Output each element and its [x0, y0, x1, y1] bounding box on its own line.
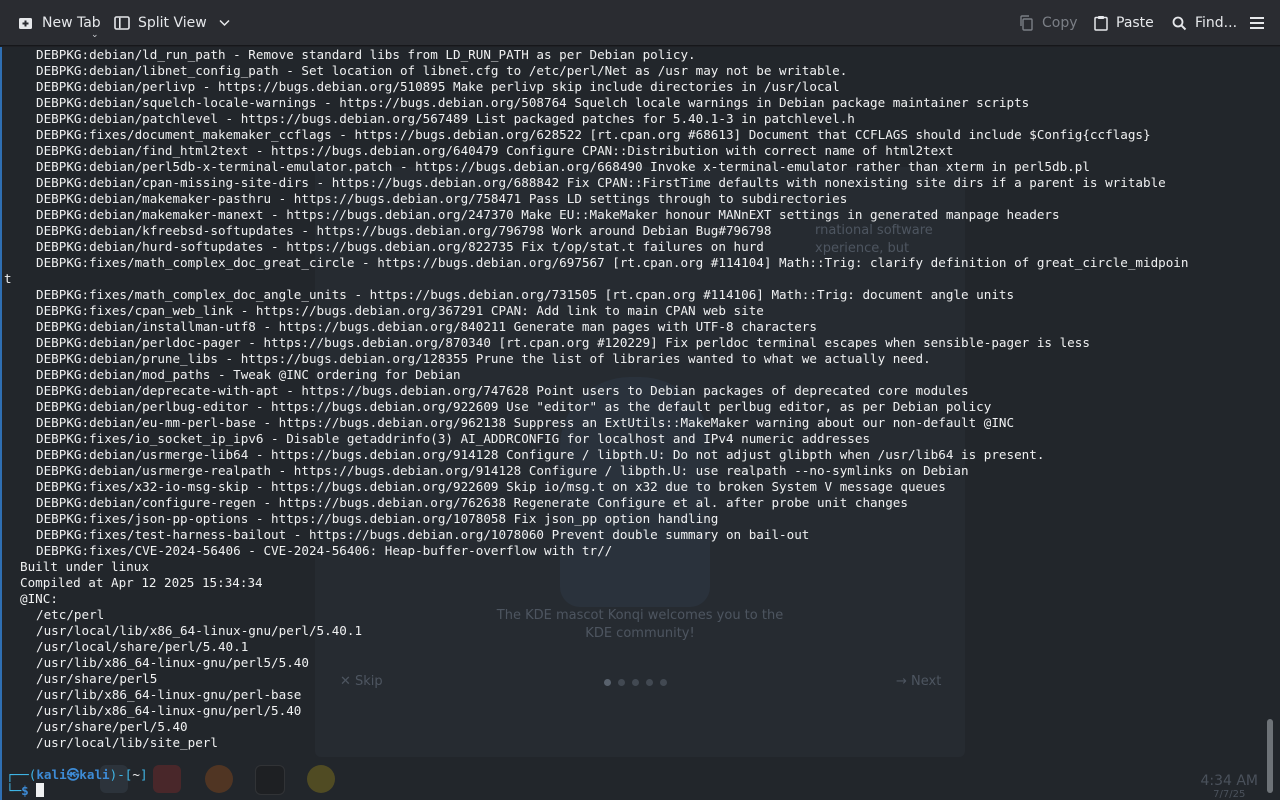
output-line: /usr/lib/x86_64-linux-gnu/perl/5.40: [36, 703, 302, 718]
terminal-view[interactable]: rnational software xperience, but The KD…: [0, 47, 1280, 800]
prompt-cwd: ~: [132, 767, 140, 782]
output-line: /usr/lib/x86_64-linux-gnu/perl-base: [36, 687, 302, 702]
output-line: DEBPKG:debian/perlivp - https://bugs.deb…: [36, 79, 840, 94]
text-cursor: [36, 783, 45, 797]
active-split-indicator: [0, 47, 2, 800]
output-line: DEBPKG:debian/ld_run_path - Remove stand…: [36, 47, 696, 62]
output-line: DEBPKG:debian/find_html2text - https://b…: [36, 143, 954, 158]
prompt-frame-bottom: └─: [6, 783, 22, 798]
output-line: DEBPKG:fixes/CVE-2024-56406 - CVE-2024-5…: [36, 543, 613, 558]
ghost-clock-time: 4:34 AM: [1200, 773, 1258, 789]
output-line: DEBPKG:debian/eu-mm-perl-base - https://…: [36, 415, 1015, 430]
output-line: DEBPKG:debian/deprecate-with-apt - https…: [36, 383, 969, 398]
ghost-terminal-icon: [255, 765, 285, 795]
prompt-line-1: ┌──(kali㉿kali)-[~]: [6, 767, 148, 783]
new-tab-label: New Tab: [42, 15, 101, 31]
ghost-clock: 4:34 AM 7/7/25: [1200, 773, 1258, 800]
output-line: /usr/local/share/perl/5.40.1: [36, 639, 249, 654]
prompt-symbol: $: [21, 783, 29, 798]
output-line: /usr/local/lib/site_perl: [36, 735, 218, 750]
output-line: DEBPKG:debian/mod_paths - Tweak @INC ord…: [36, 367, 461, 382]
output-line: DEBPKG:debian/usrmerge-lib64 - https://b…: [36, 447, 1045, 462]
terminal-output: DEBPKG:debian/ld_run_path - Remove stand…: [4, 47, 1260, 751]
search-icon: [1172, 16, 1187, 31]
prompt-line-2[interactable]: └─$: [6, 783, 45, 799]
output-line: DEBPKG:debian/kfreebsd-softupdates - htt…: [36, 223, 772, 238]
output-line: DEBPKG:debian/makemaker-manext - https:/…: [36, 207, 1060, 222]
ghost-firefox-icon: [205, 765, 233, 793]
output-line: Compiled at Apr 12 2025 15:34:34: [20, 575, 263, 590]
output-line: /usr/lib/x86_64-linux-gnu/perl5/5.40: [36, 655, 309, 670]
output-line: DEBPKG:debian/cpan-missing-site-dirs - h…: [36, 175, 1166, 190]
output-line: /usr/share/perl5: [36, 671, 158, 686]
output-line: DEBPKG:fixes/json-pp-options - https://b…: [36, 511, 719, 526]
output-line: DEBPKG:fixes/test-harness-bailout - http…: [36, 527, 810, 542]
output-line: t: [4, 271, 12, 286]
output-line: DEBPKG:debian/squelch-locale-warnings - …: [36, 95, 1030, 110]
output-line: DEBPKG:debian/hurd-softupdates - https:/…: [36, 239, 764, 254]
paste-icon: [1094, 15, 1108, 31]
ghost-app2-icon: [307, 765, 335, 793]
output-line: DEBPKG:debian/installman-utf8 - https://…: [36, 319, 817, 334]
ghost-clock-date: 7/7/25: [1213, 789, 1246, 800]
ghost-taskbar: 4:34 AM 7/7/25: [0, 757, 1280, 800]
split-view-dropdown-icon[interactable]: [219, 19, 230, 27]
output-line: DEBPKG:debian/usrmerge-realpath - https:…: [36, 463, 969, 478]
output-line: DEBPKG:debian/patchlevel - https://bugs.…: [36, 111, 855, 126]
find-button[interactable]: Find...: [1172, 0, 1237, 46]
prompt-frame-top: ┌──(: [6, 767, 37, 782]
output-line: DEBPKG:fixes/document_makemaker_ccflags …: [36, 127, 1151, 142]
scrollbar-thumb[interactable]: [1267, 719, 1273, 793]
paste-label: Paste: [1116, 15, 1154, 31]
copy-icon: [1019, 15, 1034, 31]
new-tab-dropdown-icon[interactable]: ⌄: [91, 30, 99, 40]
find-label: Find...: [1195, 15, 1238, 31]
output-line: Built under linux: [20, 559, 149, 574]
output-line: /usr/local/lib/x86_64-linux-gnu/perl/5.4…: [36, 623, 363, 638]
output-line: @INC:: [20, 591, 58, 606]
split-view-button[interactable]: Split View: [114, 0, 230, 46]
prompt-end: ]: [139, 767, 148, 782]
output-line: DEBPKG:debian/makemaker-pasthru - https:…: [36, 191, 848, 206]
output-line: DEBPKG:fixes/io_socket_ip_ipv6 - Disable…: [36, 431, 871, 446]
output-line: DEBPKG:fixes/x32-io-msg-skip - https://b…: [36, 479, 946, 494]
output-line: DEBPKG:fixes/math_complex_doc_great_circ…: [36, 255, 1189, 270]
ghost-app-icon: [153, 765, 181, 793]
output-line: DEBPKG:debian/configure-regen - https://…: [36, 495, 908, 510]
copy-button[interactable]: Copy: [1019, 0, 1078, 46]
output-line: DEBPKG:debian/perlbug-editor - https://b…: [36, 399, 992, 414]
prompt-host: kali: [79, 767, 110, 782]
output-line: DEBPKG:debian/perl5db-x-terminal-emulato…: [36, 159, 1090, 174]
split-view-icon: [114, 15, 130, 31]
output-line: /etc/perl: [36, 607, 105, 622]
output-line: DEBPKG:debian/prune_libs - https://bugs.…: [36, 351, 931, 366]
prompt-at: ㉿: [66, 767, 80, 782]
prompt-mid: )-[: [109, 767, 133, 782]
hamburger-menu-icon: [1250, 17, 1264, 29]
output-line: DEBPKG:debian/libnet_config_path - Set l…: [36, 63, 848, 78]
split-view-label: Split View: [138, 15, 207, 31]
output-line: DEBPKG:fixes/math_complex_doc_angle_unit…: [36, 287, 1015, 302]
output-line: DEBPKG:fixes/cpan_web_link - https://bug…: [36, 303, 764, 318]
output-line: /usr/share/perl/5.40: [36, 719, 188, 734]
new-tab-icon: [18, 15, 34, 31]
main-menu-button[interactable]: [1250, 0, 1264, 46]
paste-button[interactable]: Paste: [1094, 0, 1154, 46]
prompt-user: kali: [36, 767, 67, 782]
new-tab-button[interactable]: New Tab: [18, 0, 101, 46]
terminal-toolbar: New Tab ⌄ Split View Copy Paste Find...: [0, 0, 1280, 46]
copy-label: Copy: [1042, 15, 1078, 31]
terminal-scrollbar[interactable]: [1260, 47, 1280, 800]
output-line: DEBPKG:debian/perldoc-pager - https://bu…: [36, 335, 1090, 350]
